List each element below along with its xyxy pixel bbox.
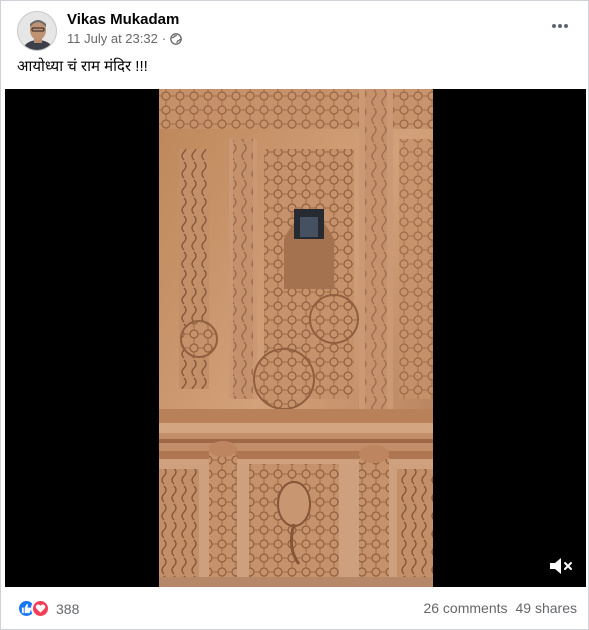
reaction-count: 388: [56, 600, 80, 617]
post-meta: 11 July at 23:32 ·: [67, 31, 183, 46]
post-caption: आयोध्या चं राम मंदिर !!!: [17, 58, 148, 75]
comments-count[interactable]: 26 comments: [423, 600, 507, 616]
speaker-muted-icon[interactable]: [548, 555, 574, 577]
temple-video-frame: [159, 89, 433, 587]
post-timestamp[interactable]: 11 July at 23:32: [67, 31, 158, 46]
avatar[interactable]: [17, 11, 57, 51]
video-player[interactable]: [5, 89, 586, 587]
more-options-icon[interactable]: [549, 19, 571, 33]
globe-icon: [170, 32, 183, 45]
reactions-summary[interactable]: 388: [17, 599, 79, 618]
shares-count[interactable]: 49 shares: [516, 600, 577, 616]
post-card: Vikas Mukadam 11 July at 23:32 · आयोध्या…: [0, 0, 589, 630]
avatar-image: [18, 12, 56, 50]
engagement-stats: 26 comments 49 shares: [423, 600, 577, 616]
love-reaction-icon: [31, 599, 50, 618]
post-footer: 388 26 comments 49 shares: [17, 598, 577, 620]
author-name[interactable]: Vikas Mukadam: [67, 11, 179, 28]
post-header: Vikas Mukadam 11 July at 23:32 ·: [17, 9, 577, 53]
